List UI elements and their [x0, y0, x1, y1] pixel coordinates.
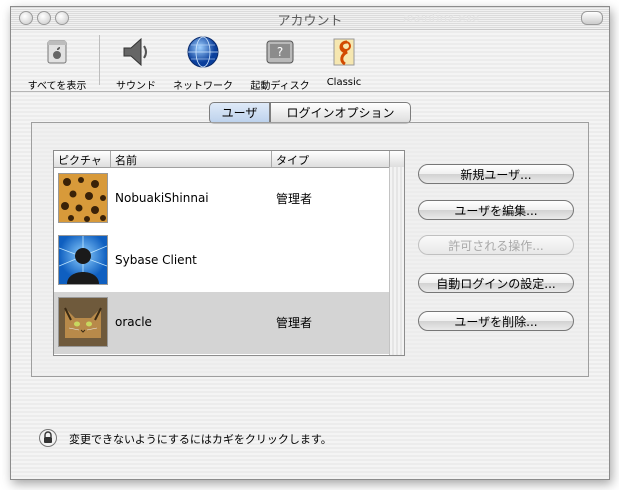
lock-icon[interactable] — [39, 429, 57, 447]
auto-login-button[interactable]: 自動ログインの設定... — [418, 273, 574, 293]
lock-instruction-text: 変更できないようにするにはカギをクリックします。 — [69, 433, 332, 446]
preferences-toolbar: すべてを表示 サウンド ネットワーク ? 起動ディスク Classic — [11, 29, 609, 92]
apple-icon — [47, 40, 67, 64]
user-name: NobuakiShinnai — [115, 191, 209, 205]
table-row[interactable]: Sybase Client — [54, 230, 389, 292]
table-row[interactable]: oracle 管理者 — [54, 292, 389, 354]
leopard-picture — [58, 173, 108, 223]
new-user-button[interactable]: 新規ユーザ... — [418, 164, 574, 184]
user-type: 管理者 — [276, 316, 313, 330]
toolbar-label: サウンド — [116, 81, 156, 92]
user-list: ピクチャ 名前 タイプ NobuakiShinnai 管理者 Sybase Cl… — [53, 150, 405, 356]
watermark-text: asentinx.exe — [403, 11, 480, 25]
window-title: アカウント — [277, 14, 343, 29]
silhouette-picture — [58, 235, 108, 285]
column-divider — [110, 151, 111, 167]
cat-picture — [58, 297, 108, 347]
edit-user-button[interactable]: ユーザを編集... — [418, 200, 574, 220]
column-divider — [271, 151, 272, 167]
table-row[interactable]: NobuakiShinnai 管理者 — [54, 168, 389, 230]
globe-icon — [187, 36, 219, 68]
toolbar-label: 起動ディスク — [250, 81, 310, 92]
toolbar-label: Classic — [326, 77, 362, 88]
tab-users[interactable]: ユーザ — [209, 102, 270, 124]
classic-icon — [333, 38, 355, 66]
tab-login-options[interactable]: ログインオプション — [270, 102, 411, 124]
column-header-picture[interactable]: ピクチャ — [58, 152, 102, 168]
title-bar[interactable]: アカウント asentinx.exe — [11, 7, 609, 30]
user-type: 管理者 — [276, 192, 313, 206]
toolbar-item-startup-disk[interactable]: ? 起動ディスク — [245, 35, 315, 92]
user-name: oracle — [115, 315, 152, 329]
toolbar-show-all[interactable]: すべてを表示 — [23, 35, 91, 92]
list-header: ピクチャ 名前 タイプ — [54, 151, 404, 168]
toolbar-item-network[interactable]: ネットワーク — [167, 35, 239, 92]
list-scrollbar[interactable] — [389, 167, 404, 355]
speaker-icon — [123, 37, 147, 67]
toolbar-toggle-button[interactable] — [581, 11, 603, 25]
permissions-button: 許可される操作... — [418, 235, 574, 255]
accounts-window: アカウント asentinx.exe すべてを表示 サウンド ネットワーク ? … — [10, 6, 610, 480]
delete-user-button[interactable]: ユーザを削除... — [418, 311, 574, 331]
toolbar-label: すべてを表示 — [27, 81, 87, 92]
svg-text:?: ? — [277, 45, 283, 59]
toolbar-item-sound[interactable]: サウンド — [111, 35, 161, 92]
column-header-type[interactable]: タイプ — [276, 152, 309, 168]
column-divider — [389, 151, 390, 167]
column-header-name[interactable]: 名前 — [115, 152, 137, 168]
toolbar-separator — [99, 35, 100, 85]
disk-icon: ? — [266, 40, 294, 64]
toolbar-label: ネットワーク — [173, 81, 233, 92]
user-name: Sybase Client — [115, 253, 197, 267]
toolbar-item-classic[interactable]: Classic — [323, 35, 365, 88]
